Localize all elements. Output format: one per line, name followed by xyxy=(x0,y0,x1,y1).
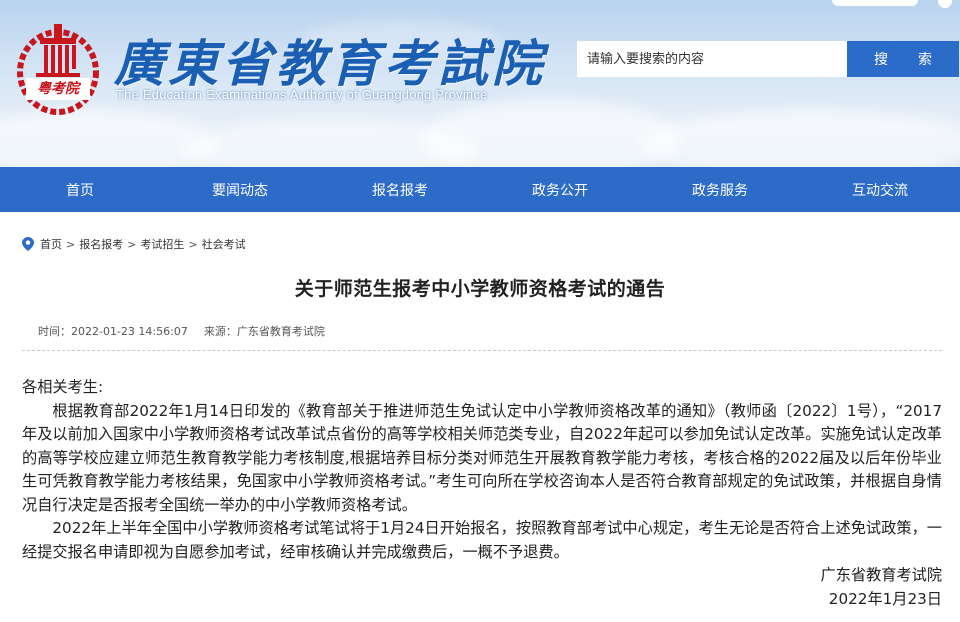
nav-item-government-service[interactable]: 政务服务 xyxy=(640,167,800,212)
header-top-decor xyxy=(832,0,960,8)
breadcrumb-separator: > xyxy=(127,237,137,251)
article-date: 2022年1月23日 xyxy=(828,589,942,608)
site-header: 粤考院 廣東省教育考試院 The Education Examinations … xyxy=(0,0,960,167)
article-title: 关于师范生报考中小学教师资格考试的通告 xyxy=(294,278,666,300)
breadcrumb-exam-admission[interactable]: 考试招生 xyxy=(140,236,184,252)
nav-item-news[interactable]: 要闻动态 xyxy=(160,167,320,212)
site-logo[interactable] xyxy=(14,16,102,120)
nav-item-government-info[interactable]: 政务公开 xyxy=(480,167,640,212)
article-source: 来源：广东省教育考试院 xyxy=(203,325,325,338)
nav-item-interaction[interactable]: 互动交流 xyxy=(800,167,960,212)
breadcrumb-separator: > xyxy=(66,237,76,251)
article-time: 时间：2022-01-23 14:56:07 xyxy=(38,325,188,338)
main-nav: 首页 要闻动态 报名报考 政务公开 政务服务 互动交流 xyxy=(0,167,960,212)
article-salutation: 各相关考生: xyxy=(22,378,104,396)
breadcrumb-home[interactable]: 首页 xyxy=(40,236,62,252)
nav-item-registration[interactable]: 报名报考 xyxy=(320,167,480,212)
search-box[interactable] xyxy=(577,41,847,77)
meta-divider xyxy=(22,350,942,351)
logo-text: 粤考院 xyxy=(37,81,79,97)
site-subtitle: The Education Examinations Authority of … xyxy=(116,87,488,102)
article-paragraph: 2022年上半年全国中小学教师资格考试笔试将于1月24日开始报名，按照教育部考试… xyxy=(22,519,942,561)
breadcrumb-separator: > xyxy=(188,237,198,251)
breadcrumb: 首页 > 报名报考 > 考试招生 > 社会考试 xyxy=(22,236,246,252)
search-input[interactable] xyxy=(587,41,837,77)
article-paragraph: 根据教育部2022年1月14日印发的《教育部关于推进师范生免试认定中小学教师资格… xyxy=(22,401,942,514)
article-meta: 时间：2022-01-23 14:56:07 来源：广东省教育考试院 xyxy=(38,323,325,339)
location-pin-icon xyxy=(22,237,34,251)
search-button[interactable]: 搜 索 xyxy=(847,41,959,77)
nav-item-home[interactable]: 首页 xyxy=(0,167,160,212)
breadcrumb-social-exam[interactable]: 社会考试 xyxy=(202,236,246,252)
site-title[interactable]: 廣東省教育考試院 xyxy=(114,24,546,93)
article-signature: 广东省教育考试院 xyxy=(820,566,943,584)
article-body: 各相关考生: 根据教育部2022年1月14日印发的《教育部关于推进师范生免试认定… xyxy=(22,376,942,611)
breadcrumb-registration[interactable]: 报名报考 xyxy=(79,236,123,252)
